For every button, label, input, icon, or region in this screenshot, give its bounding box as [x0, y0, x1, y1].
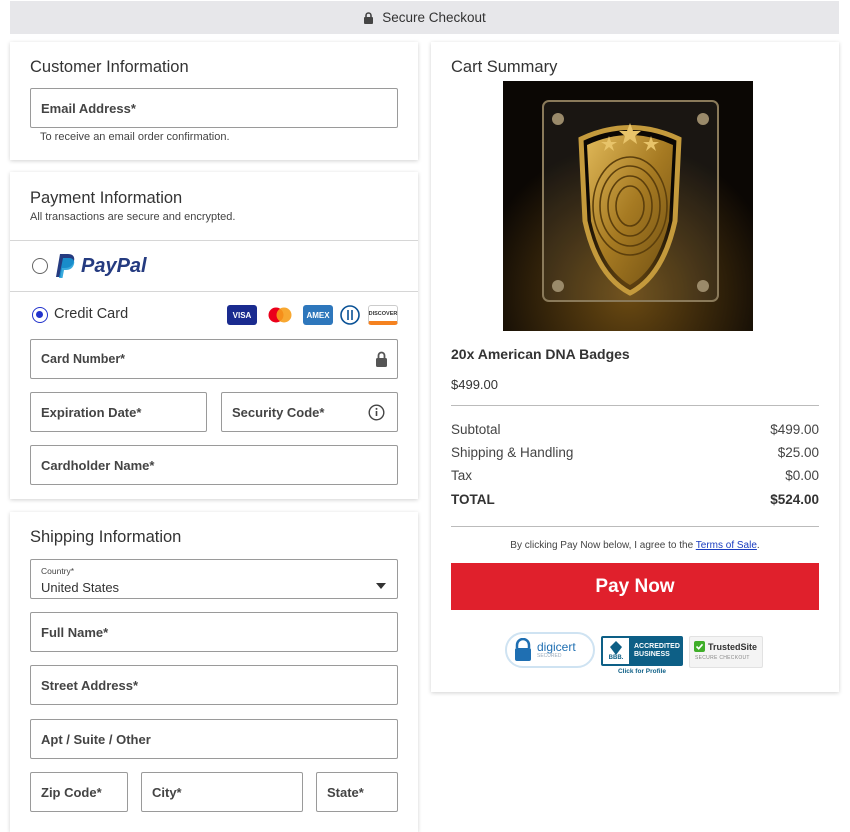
country-select[interactable]: Country* United States: [30, 559, 398, 599]
email-hint: To receive an email order confirmation.: [40, 131, 230, 143]
expiration-date-field[interactable]: Expiration Date*: [30, 392, 207, 432]
payment-information-card: Payment Information All transactions are…: [10, 172, 418, 499]
bbb-logo-icon: BBB.: [603, 638, 629, 664]
payment-information-title: Payment Information: [30, 189, 183, 207]
lock-icon: [375, 351, 388, 370]
shipping-information-title: Shipping Information: [30, 528, 182, 546]
shipping-information-card: Shipping Information Country* United Sta…: [10, 512, 418, 832]
subtotal-value: $499.00: [770, 422, 819, 437]
check-icon: [694, 641, 705, 652]
customer-information-card: Customer Information Email Address* To r…: [10, 42, 418, 160]
lock-icon: [363, 11, 374, 24]
street-address-label: Street Address*: [41, 677, 139, 693]
paypal-label: PayPal: [81, 255, 147, 277]
visa-icon: VISA: [227, 305, 257, 325]
security-code-label: Security Code*: [232, 404, 325, 420]
city-field[interactable]: City*: [141, 772, 303, 812]
amex-icon: AMEX: [303, 305, 333, 325]
digicert-lock-icon: [513, 638, 533, 662]
product-name: 20x American DNA Badges: [451, 346, 630, 362]
cart-summary-title: Cart Summary: [451, 58, 558, 76]
terms-prefix: By clicking Pay Now below, I agree to th…: [510, 540, 696, 551]
digicert-label: digicert: [537, 640, 576, 654]
tax-label: Tax: [451, 468, 473, 483]
paypal-logo-icon: [54, 253, 76, 284]
divider: [451, 526, 819, 527]
full-name-field[interactable]: Full Name*: [30, 612, 398, 652]
info-icon[interactable]: [368, 404, 385, 424]
product-price: $499.00: [451, 377, 498, 392]
tax-row: Tax $0.00: [451, 468, 819, 483]
apt-suite-field[interactable]: Apt / Suite / Other: [30, 719, 398, 759]
payment-subtitle: All transactions are secure and encrypte…: [30, 211, 236, 223]
credit-card-option[interactable]: Credit Card VISA AMEX DISCOVER: [10, 292, 418, 336]
mastercard-icon: [265, 305, 295, 325]
subtotal-label: Subtotal: [451, 422, 501, 437]
country-select-label: Country*: [41, 566, 75, 576]
card-number-label: Card Number*: [41, 352, 126, 366]
trustedsite-sub-label: SECURE CHECKOUT: [695, 655, 750, 661]
chevron-down-icon: [376, 577, 386, 592]
bbb-line2: BUSINESS: [634, 651, 670, 658]
total-row: TOTAL $524.00: [451, 492, 819, 507]
expiration-date-label: Expiration Date*: [41, 404, 142, 420]
divider: [451, 405, 819, 406]
diners-club-icon: [339, 305, 361, 325]
shipping-value: $25.00: [777, 445, 819, 460]
paypal-radio[interactable]: [32, 258, 48, 274]
digicert-sub-label: SECURED: [537, 653, 562, 659]
email-field[interactable]: Email Address*: [30, 88, 398, 128]
street-address-field[interactable]: Street Address*: [30, 665, 398, 705]
state-field[interactable]: State*: [316, 772, 398, 812]
total-value: $524.00: [770, 492, 819, 507]
state-label: State*: [327, 784, 364, 800]
paypal-option[interactable]: PayPal: [10, 241, 418, 291]
cart-summary-card: Cart Summary 20x American DNA Badges $49…: [431, 42, 839, 692]
tax-value: $0.00: [785, 468, 819, 483]
country-select-value: United States: [41, 580, 120, 595]
bbb-click-label: Click for Profile: [617, 668, 667, 675]
email-field-label: Email Address*: [41, 100, 136, 116]
product-image: [503, 81, 753, 331]
zip-code-label: Zip Code*: [41, 784, 102, 800]
credit-card-radio[interactable]: [32, 307, 48, 323]
secure-checkout-bar: Secure Checkout: [10, 1, 839, 34]
trustedsite-badge[interactable]: TrustedSite SECURE CHECKOUT: [689, 636, 763, 668]
terms-of-sale-link[interactable]: Terms of Sale: [696, 540, 757, 551]
city-label: City*: [152, 784, 182, 800]
subtotal-row: Subtotal $499.00: [451, 422, 819, 437]
cardholder-name-label: Cardholder Name*: [41, 457, 155, 473]
shipping-row: Shipping & Handling $25.00: [451, 445, 819, 460]
shipping-label: Shipping & Handling: [451, 445, 574, 460]
bbb-mark: BBB.: [608, 655, 624, 661]
total-label: TOTAL: [451, 492, 495, 507]
trustedsite-label: TrustedSite: [708, 641, 758, 652]
bbb-badge[interactable]: BBB. ACCREDITED BUSINESS Click for Profi…: [601, 636, 683, 678]
zip-code-field[interactable]: Zip Code*: [30, 772, 128, 812]
security-code-field[interactable]: Security Code*: [221, 392, 398, 432]
pay-now-button[interactable]: Pay Now: [451, 563, 819, 610]
bbb-line1: ACCREDITED: [634, 642, 680, 650]
terms-notice: By clicking Pay Now below, I agree to th…: [451, 540, 819, 551]
credit-card-label: Credit Card: [54, 306, 129, 322]
cardholder-name-field[interactable]: Cardholder Name*: [30, 445, 398, 485]
apt-suite-label: Apt / Suite / Other: [41, 731, 151, 747]
digicert-badge[interactable]: digicert SECURED: [505, 632, 595, 668]
card-number-field[interactable]: Card Number*: [30, 339, 398, 379]
terms-suffix: .: [756, 540, 760, 551]
full-name-label: Full Name*: [41, 624, 109, 640]
discover-icon: DISCOVER: [368, 305, 398, 325]
customer-information-title: Customer Information: [30, 58, 189, 76]
secure-checkout-label: Secure Checkout: [382, 10, 486, 25]
